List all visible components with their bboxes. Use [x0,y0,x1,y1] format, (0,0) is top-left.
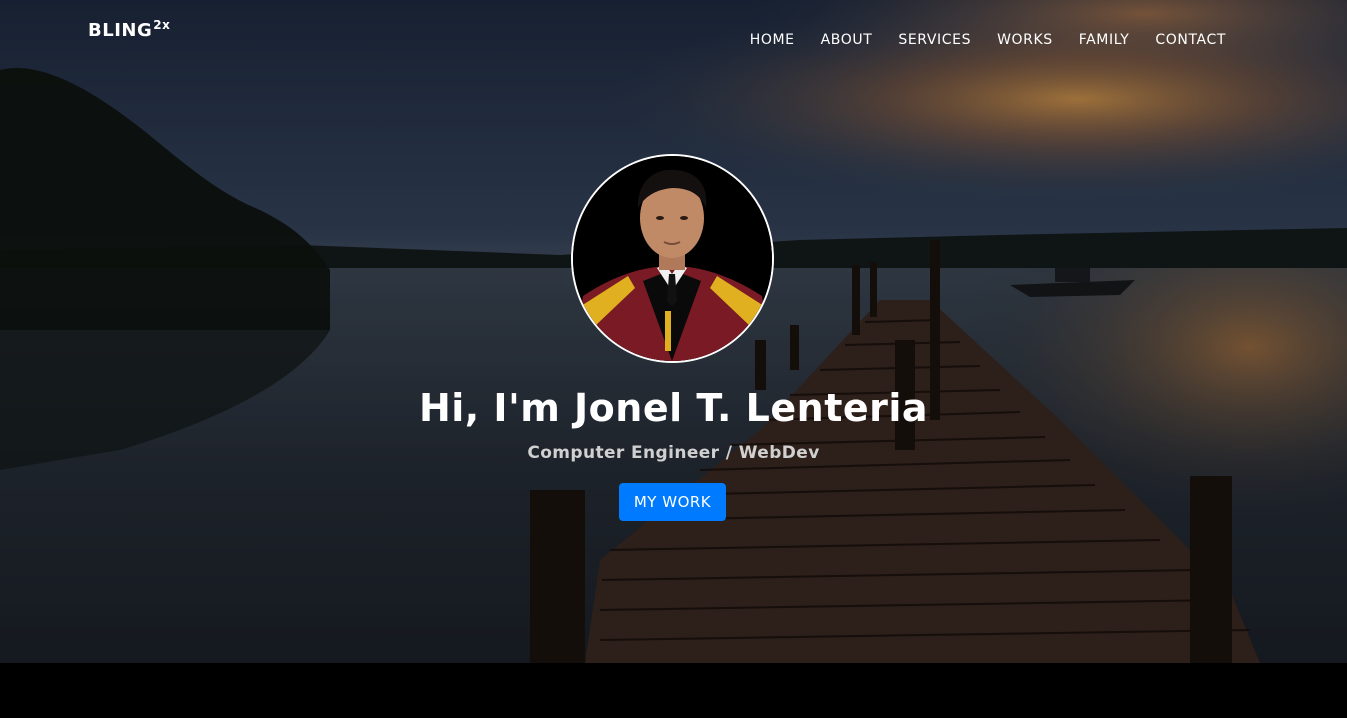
nav-item-contact[interactable]: CONTACT [1155,32,1226,48]
nav-item-works[interactable]: WORKS [997,32,1053,48]
nav-item-about[interactable]: ABOUT [821,32,873,48]
hero-subtitle: Computer Engineer / WebDev [527,443,820,463]
brand-superscript: 2x [153,18,171,32]
brand-logo[interactable]: BLING2x [88,18,171,41]
nav-item-family[interactable]: FAMILY [1079,32,1130,48]
graduation-portrait-image [573,156,772,361]
main-nav: HOME ABOUT SERVICES WORKS FAMILY CONTACT [724,32,1226,48]
hero-headline: Hi, I'm Jonel T. Lenteria [418,386,929,430]
hero-section: BLING2x HOME ABOUT SERVICES WORKS FAMILY… [0,0,1347,663]
nav-item-services[interactable]: SERVICES [898,32,971,48]
page-bottom-band [0,663,1347,718]
brand-name: BLING [88,20,153,41]
profile-avatar [571,154,774,363]
nav-item-home[interactable]: HOME [750,32,795,48]
my-work-button[interactable]: MY WORK [619,483,726,521]
